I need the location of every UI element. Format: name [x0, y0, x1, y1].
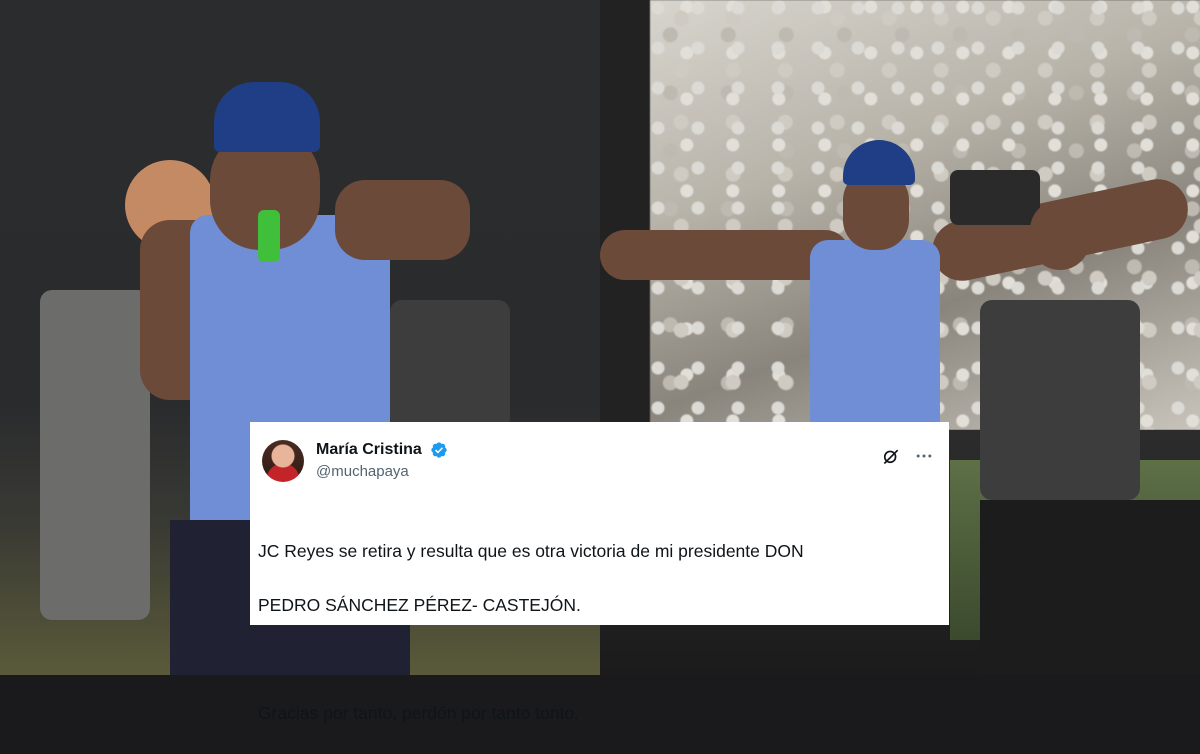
display-name[interactable]: María Cristina [316, 440, 422, 460]
avatar[interactable] [262, 440, 304, 482]
tweet-text: JC Reyes se retira y resulta que es otra… [258, 511, 935, 754]
more-options-icon[interactable] [913, 446, 935, 466]
performer-tank-top [810, 240, 940, 440]
tweet-header: María Cristina @muchapaya [316, 440, 935, 484]
handle[interactable]: @muchapaya [316, 462, 935, 482]
performer-raised-arm [335, 180, 470, 260]
bandmate-left [40, 290, 150, 620]
cameraman [980, 300, 1140, 500]
camera-rig [950, 170, 1040, 225]
tweet-text-line: Gracias por tanto, perdón por tanto tont… [258, 703, 580, 723]
tweet-card: María Cristina @muchapaya JC Reyes se re… [250, 422, 949, 723]
cameraman-head [1030, 200, 1090, 270]
bandmate-right [390, 300, 510, 430]
grok-icon[interactable] [881, 446, 901, 466]
tweet-text-line: PEDRO SÁNCHEZ PÉREZ- CASTEJÓN. [258, 595, 581, 615]
tweet-text-line: JC Reyes se retira y resulta que es otra… [258, 541, 804, 561]
verified-badge-icon [431, 442, 447, 458]
microphone [258, 210, 280, 262]
performer-cap [214, 82, 320, 152]
audience-foreground [980, 500, 1200, 675]
